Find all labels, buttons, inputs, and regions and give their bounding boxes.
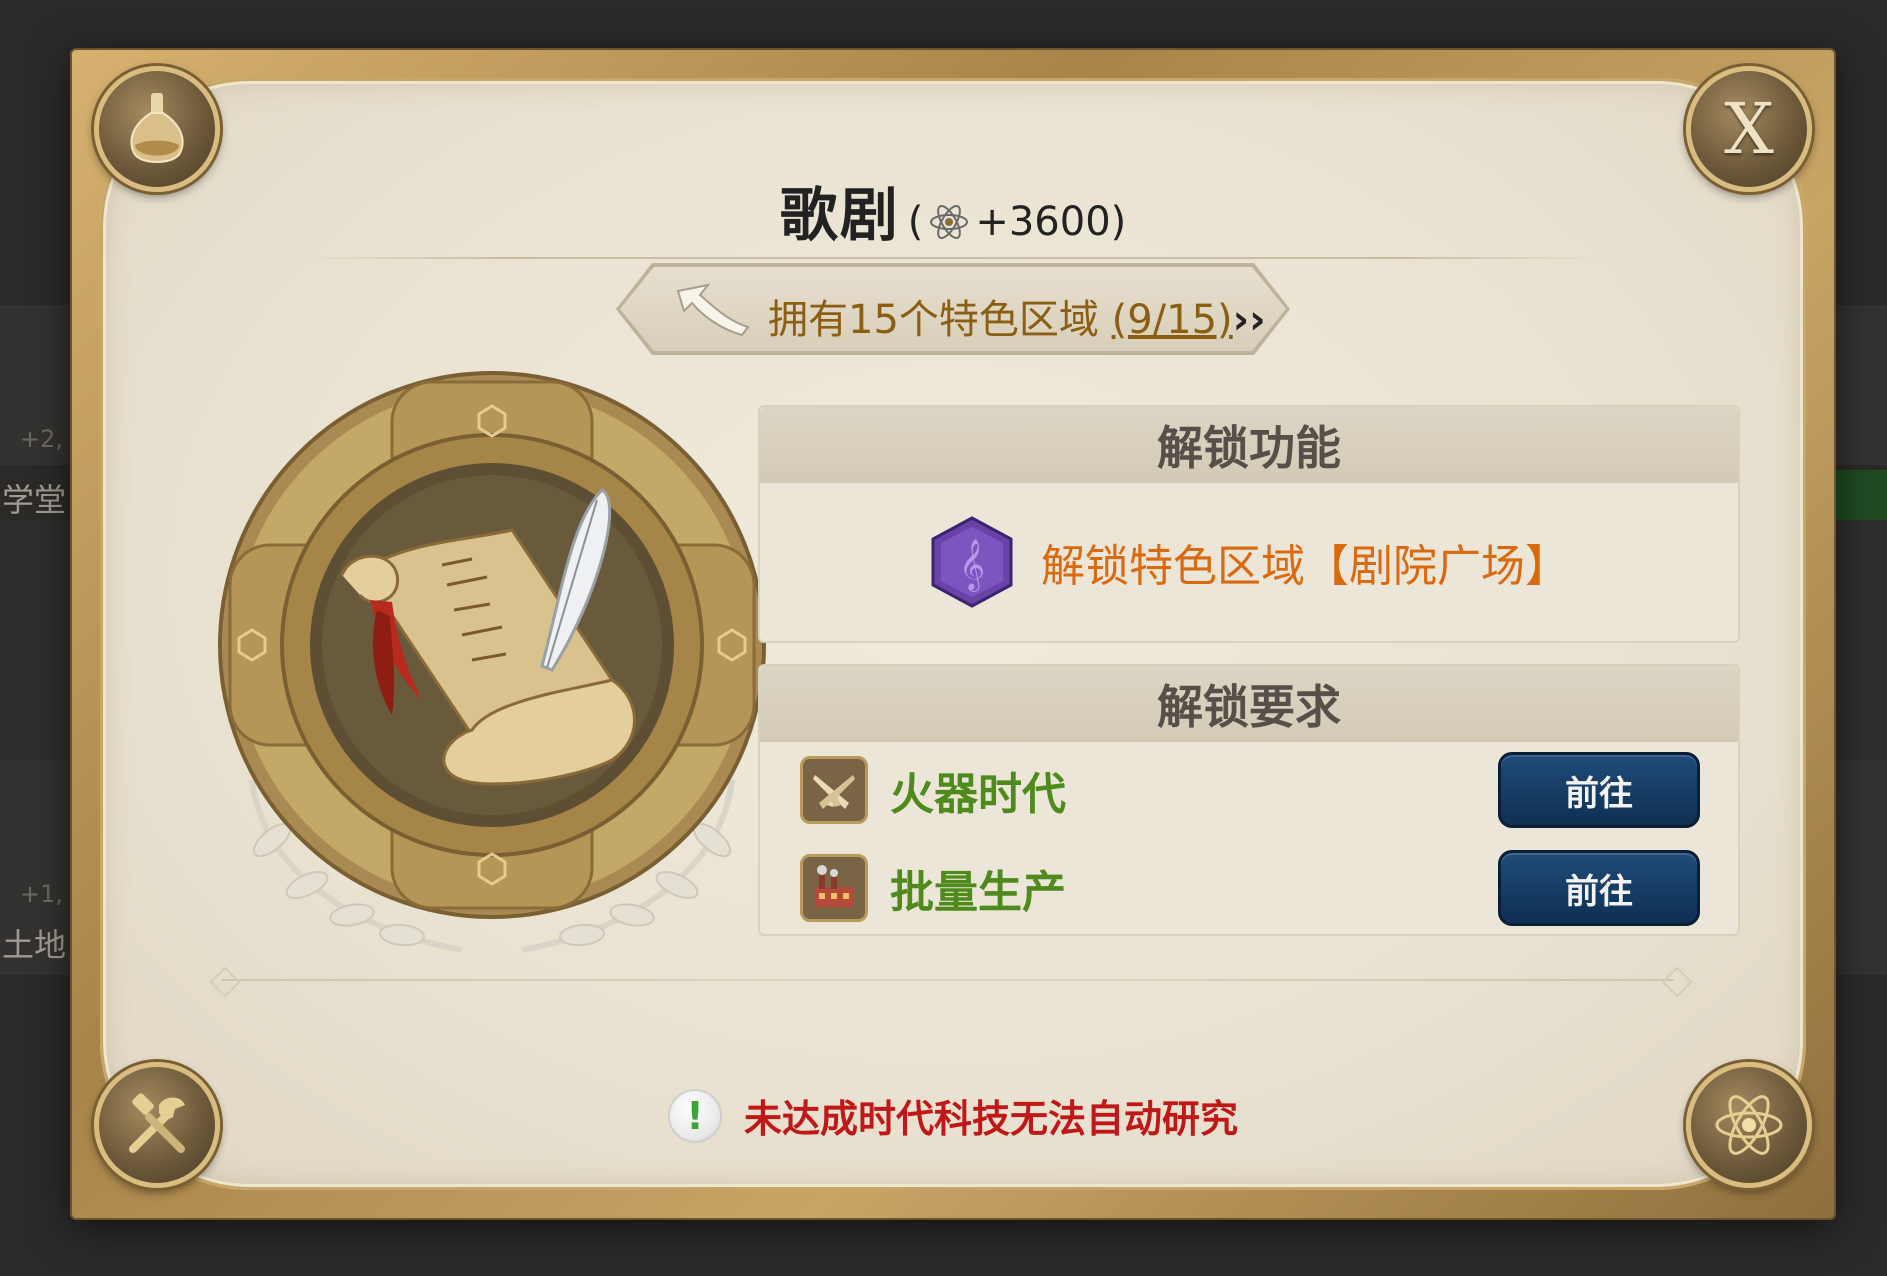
music-note-icon: 𝄞 — [931, 516, 1013, 608]
factory-icon — [800, 854, 868, 922]
section-header: 解锁功能 — [760, 407, 1738, 483]
goal-progress: (9/15) — [1111, 297, 1233, 343]
exclamation-icon: ! — [667, 1088, 722, 1143]
background-label: 学堂 — [2, 481, 67, 519]
paren-close: ) — [1110, 199, 1127, 245]
unlock-feature-section: 解锁功能 𝄞 解锁特色区域【剧院广场】 — [758, 405, 1740, 643]
paren-open: ( — [907, 199, 924, 245]
crossed-pistols-icon — [800, 756, 868, 824]
section-header: 解锁要求 — [760, 666, 1738, 742]
chevron-right-icon: ›› — [1232, 297, 1266, 343]
goal-ribbon[interactable]: 拥有15个特色区域 (9/15)›› — [620, 267, 1286, 351]
warning-row: ! 未达成时代科技无法自动研究 — [72, 1088, 1834, 1143]
background-label: 土地 — [2, 926, 67, 964]
background-faded-value: +2, — [20, 425, 64, 453]
title-divider — [302, 257, 1602, 259]
goto-button[interactable]: 前往 — [1498, 850, 1700, 926]
unlock-requirements-section: 解锁要求 火器时代 前往 批量生产 前往 — [758, 664, 1740, 936]
title-row: 歌剧 ( +3600 ) — [72, 168, 1834, 252]
requirement-label: 火器时代 — [890, 769, 1066, 820]
divider — [222, 979, 1674, 981]
requirement-label: 批量生产 — [890, 867, 1066, 918]
tech-title: 歌剧 — [779, 181, 900, 249]
close-icon: X — [1724, 88, 1774, 170]
science-bonus-value: +3600 — [975, 199, 1111, 245]
tech-detail-dialog: X 歌剧 ( +3600 ) 拥有15个特色区域 (9/15)›› 解锁功能 𝄞… — [72, 50, 1834, 1218]
requirement-row: 火器时代 前往 — [800, 752, 1700, 828]
warning-text: 未达成时代科技无法自动研究 — [743, 1097, 1238, 1141]
unlock-item-text: 解锁特色区域【剧院广场】 — [1041, 541, 1569, 592]
background-highlight — [1827, 470, 1887, 520]
science-icon — [930, 205, 969, 239]
tech-medal — [192, 370, 792, 970]
background-faded-value: +1, — [20, 880, 64, 908]
arrow-icon — [672, 281, 752, 339]
flask-icon — [130, 93, 184, 163]
requirement-row: 批量生产 前往 — [800, 850, 1700, 926]
goal-text-wrap: 拥有15个特色区域 (9/15)›› — [768, 287, 1266, 345]
goal-text: 拥有15个特色区域 — [768, 297, 1099, 343]
unlock-item: 𝄞 解锁特色区域【剧院广场】 — [760, 507, 1738, 617]
science-bonus: ( +3600 ) — [908, 199, 1127, 245]
goto-button[interactable]: 前往 — [1498, 752, 1700, 828]
svg-text:𝄞: 𝄞 — [959, 539, 985, 592]
scroll-quill-icon — [218, 371, 766, 953]
